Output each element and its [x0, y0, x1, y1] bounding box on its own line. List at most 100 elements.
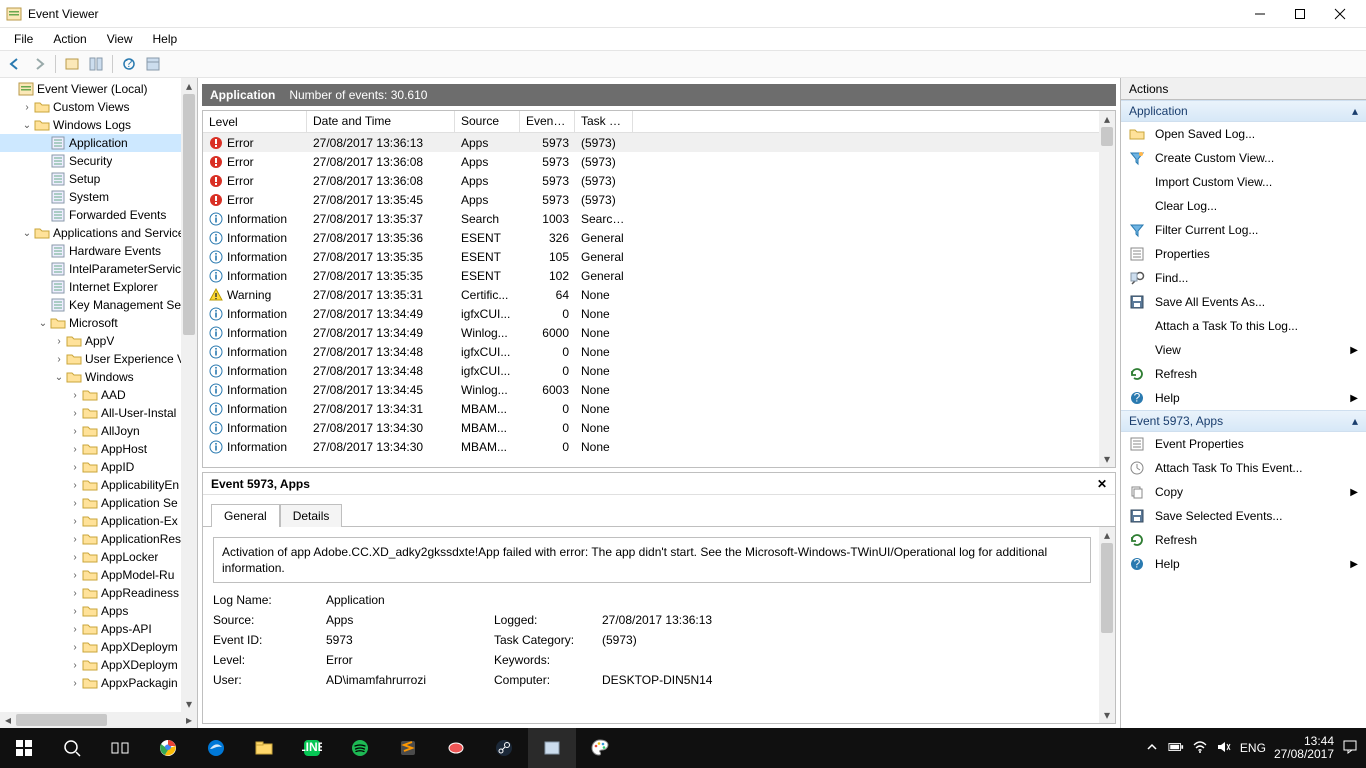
actions-section-event[interactable]: Event 5973, Apps▴ — [1121, 410, 1366, 432]
scroll-down-icon[interactable]: ▾ — [181, 696, 197, 712]
chevron-right-icon[interactable]: › — [68, 552, 82, 563]
menu-help[interactable]: Help — [145, 30, 186, 48]
taskbar-app-spotify[interactable] — [336, 728, 384, 768]
action-item[interactable]: ?Help▶ — [1121, 386, 1366, 410]
tree-item[interactable]: Setup — [0, 170, 197, 188]
chevron-right-icon[interactable]: › — [68, 624, 82, 635]
action-center-icon[interactable] — [1342, 739, 1358, 758]
event-row[interactable]: Information27/08/2017 13:35:35ESENT105Ge… — [203, 247, 1115, 266]
tree-item[interactable]: ›AppV — [0, 332, 197, 350]
search-button[interactable] — [48, 728, 96, 768]
scroll-up-icon[interactable]: ▴ — [181, 78, 197, 94]
taskbar-app-explorer[interactable] — [240, 728, 288, 768]
event-row[interactable]: Information27/08/2017 13:35:35ESENT102Ge… — [203, 266, 1115, 285]
action-item[interactable]: Attach Task To This Event... — [1121, 456, 1366, 480]
chevron-right-icon[interactable]: › — [68, 444, 82, 455]
tree-item[interactable]: ⌄Windows Logs — [0, 116, 197, 134]
taskbar-app-chrome[interactable] — [144, 728, 192, 768]
chevron-down-icon[interactable]: ⌄ — [20, 228, 34, 239]
chevron-right-icon[interactable]: › — [68, 390, 82, 401]
chevron-right-icon[interactable]: › — [68, 534, 82, 545]
tree-item[interactable]: ›AppXDeploym — [0, 638, 197, 656]
tree-item[interactable]: System — [0, 188, 197, 206]
scroll-up-icon[interactable]: ▴ — [1099, 527, 1115, 543]
details-close-button[interactable]: ✕ — [1097, 477, 1107, 491]
action-item[interactable]: Refresh — [1121, 362, 1366, 386]
tree-vertical-scrollbar[interactable]: ▴ ▾ — [181, 78, 197, 712]
taskbar-app-eventvwr[interactable] — [528, 728, 576, 768]
action-item[interactable]: Import Custom View... — [1121, 170, 1366, 194]
chevron-right-icon[interactable]: › — [68, 570, 82, 581]
chevron-right-icon[interactable]: › — [68, 588, 82, 599]
tree-item[interactable]: ›Custom Views — [0, 98, 197, 116]
event-row[interactable]: Information27/08/2017 13:34:45Winlog...6… — [203, 380, 1115, 399]
chevron-right-icon[interactable]: › — [68, 678, 82, 689]
event-row[interactable]: Warning27/08/2017 13:35:31Certific...64N… — [203, 285, 1115, 304]
tree-item[interactable]: ⌄Applications and Services — [0, 224, 197, 242]
tree-item[interactable]: ›Application-Ex — [0, 512, 197, 530]
tree-item[interactable]: Hardware Events — [0, 242, 197, 260]
scroll-down-icon[interactable]: ▾ — [1099, 707, 1115, 723]
volume-icon[interactable] — [1216, 739, 1232, 758]
tree-item[interactable]: ›ApplicationRes — [0, 530, 197, 548]
nav-back-button[interactable] — [4, 53, 26, 75]
chevron-right-icon[interactable]: › — [68, 606, 82, 617]
close-button[interactable] — [1320, 0, 1360, 28]
actions-section-app[interactable]: Application▴ — [1121, 100, 1366, 122]
chevron-down-icon[interactable]: ⌄ — [20, 120, 34, 131]
toolbar-btn-2[interactable] — [85, 53, 107, 75]
menu-action[interactable]: Action — [45, 30, 94, 48]
toolbar-btn-1[interactable] — [61, 53, 83, 75]
tree-item[interactable]: ›Apps-API — [0, 620, 197, 638]
tree-item[interactable]: ⌄Windows — [0, 368, 197, 386]
tray-chevron-icon[interactable] — [1144, 739, 1160, 758]
tree-item[interactable]: ›AllJoyn — [0, 422, 197, 440]
action-item[interactable]: Properties — [1121, 242, 1366, 266]
chevron-down-icon[interactable]: ⌄ — [52, 372, 66, 383]
col-datetime[interactable]: Date and Time — [307, 111, 455, 132]
wifi-icon[interactable] — [1192, 739, 1208, 758]
toolbar-btn-4[interactable] — [142, 53, 164, 75]
event-row[interactable]: Information27/08/2017 13:34:48igfxCUI...… — [203, 342, 1115, 361]
system-tray[interactable]: ENG 13:44 27/08/2017 — [1144, 735, 1366, 761]
event-row[interactable]: Information27/08/2017 13:34:31MBAM...0No… — [203, 399, 1115, 418]
details-vertical-scrollbar[interactable]: ▴ ▾ — [1099, 527, 1115, 723]
menu-view[interactable]: View — [99, 30, 141, 48]
action-item[interactable]: Open Saved Log... — [1121, 122, 1366, 146]
tree-item[interactable]: ›AppLocker — [0, 548, 197, 566]
action-item[interactable]: Save All Events As... — [1121, 290, 1366, 314]
events-columns[interactable]: Level Date and Time Source Event ID Task… — [203, 111, 1115, 133]
event-row[interactable]: Information27/08/2017 13:35:36ESENT326Ge… — [203, 228, 1115, 247]
tree-item[interactable]: ⌄Microsoft — [0, 314, 197, 332]
tree-item[interactable]: ›ApplicabilityEn — [0, 476, 197, 494]
tree-item[interactable]: Application — [0, 134, 197, 152]
chevron-right-icon[interactable]: › — [68, 516, 82, 527]
tree-item[interactable]: Forwarded Events — [0, 206, 197, 224]
col-eventid[interactable]: Event ID — [520, 111, 575, 132]
taskbar-app-sublime[interactable] — [384, 728, 432, 768]
tree-item[interactable]: IntelParameterService — [0, 260, 197, 278]
event-row[interactable]: Information27/08/2017 13:34:30MBAM...0No… — [203, 437, 1115, 456]
nav-forward-button[interactable] — [28, 53, 50, 75]
tree-item[interactable]: ›AppModel-Ru — [0, 566, 197, 584]
tree-item[interactable]: ›AppXDeploym — [0, 656, 197, 674]
tray-language[interactable]: ENG — [1240, 741, 1266, 755]
toolbar-btn-3[interactable]: ? — [118, 53, 140, 75]
tree-item[interactable]: ›User Experience Vi — [0, 350, 197, 368]
chevron-right-icon[interactable]: › — [68, 498, 82, 509]
event-row[interactable]: Information27/08/2017 13:35:37Search1003… — [203, 209, 1115, 228]
taskbar[interactable]: LINE ENG 13:44 27/08/2017 — [0, 728, 1366, 768]
event-row[interactable]: Error27/08/2017 13:36:08Apps5973(5973) — [203, 171, 1115, 190]
scroll-right-icon[interactable]: ▸ — [181, 712, 197, 728]
maximize-button[interactable] — [1280, 0, 1320, 28]
tree-item[interactable]: ›Application Se — [0, 494, 197, 512]
taskbar-app-generic1[interactable] — [432, 728, 480, 768]
taskview-button[interactable] — [96, 728, 144, 768]
taskbar-app-edge[interactable] — [192, 728, 240, 768]
tree-item[interactable]: ›AppReadiness — [0, 584, 197, 602]
col-source[interactable]: Source — [455, 111, 520, 132]
tree-item[interactable]: ›AppxPackagin — [0, 674, 197, 692]
tab-details[interactable]: Details — [280, 504, 343, 527]
battery-icon[interactable] — [1168, 739, 1184, 758]
action-item[interactable]: View▶ — [1121, 338, 1366, 362]
